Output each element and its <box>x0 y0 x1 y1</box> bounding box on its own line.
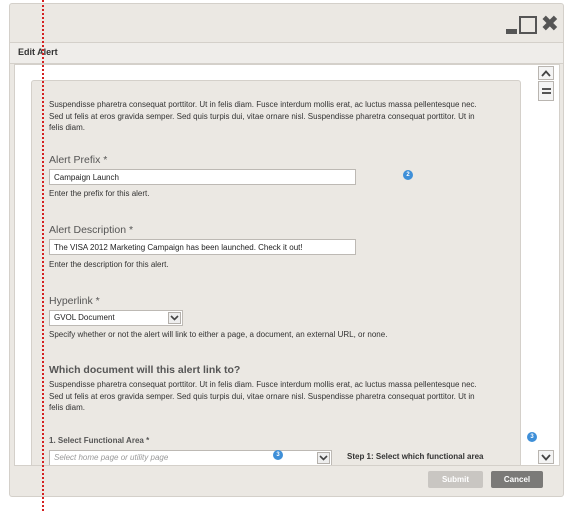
alert-prefix-help: Enter the prefix for this alert. <box>49 189 150 198</box>
dialog-titlebar: Edit Alert <box>10 42 563 64</box>
functional-area-step-text: Step 1: Select which functional area <box>347 452 484 461</box>
edit-alert-dialog: ✖ Edit Alert Suspendisse pharetra conseq… <box>9 3 564 497</box>
maximize-icon[interactable] <box>518 16 537 34</box>
annotation-guide-line <box>42 0 44 511</box>
content-scrollbar[interactable] <box>538 65 556 465</box>
document-section-heading: Which document will this alert link to? <box>49 364 241 376</box>
cancel-button[interactable]: Cancel <box>491 471 543 488</box>
functional-area-label: 1. Select Functional Area * <box>49 436 150 445</box>
dialog-title: Edit Alert <box>18 47 58 57</box>
submit-button[interactable]: Submit <box>428 471 483 488</box>
alert-prefix-input[interactable]: Campaign Launch <box>49 169 356 185</box>
hyperlink-label: Hyperlink * <box>49 295 100 307</box>
chevron-down-icon[interactable] <box>317 452 330 464</box>
dialog-content: Suspendisse pharetra consequat porttitor… <box>14 64 560 466</box>
alert-description-label: Alert Description * <box>49 224 134 236</box>
scroll-thumb[interactable] <box>538 81 554 101</box>
document-section-description: Suspendisse pharetra consequat porttitor… <box>49 380 477 412</box>
scroll-up-button[interactable] <box>538 66 554 80</box>
alert-description-help: Enter the description for this alert. <box>49 260 169 269</box>
scroll-down-button[interactable] <box>538 450 554 464</box>
window-controls: ✖ <box>503 12 559 38</box>
intro-text: Suspendisse pharetra consequat porttitor… <box>49 100 477 132</box>
chevron-down-icon[interactable] <box>168 312 181 324</box>
functional-area-placeholder: Select home page or utility page <box>54 453 169 462</box>
hyperlink-help: Specify whether or not the alert will li… <box>49 330 388 339</box>
functional-area-select[interactable]: Select home page or utility page <box>49 450 332 465</box>
help-badge-2[interactable]: 2 <box>403 170 413 180</box>
alert-description-input[interactable]: The VISA 2012 Marketing Campaign has bee… <box>49 239 356 255</box>
form-panel: Suspendisse pharetra consequat porttitor… <box>31 80 521 465</box>
help-badge-3[interactable]: 3 <box>273 450 283 460</box>
alert-prefix-label: Alert Prefix * <box>49 154 108 166</box>
minimize-icon[interactable] <box>505 28 517 34</box>
help-badge-side[interactable]: 3 <box>527 432 537 442</box>
hyperlink-select[interactable]: GVOL Document <box>49 310 183 326</box>
close-icon[interactable]: ✖ <box>541 14 559 36</box>
hyperlink-selected-value: GVOL Document <box>54 313 115 322</box>
